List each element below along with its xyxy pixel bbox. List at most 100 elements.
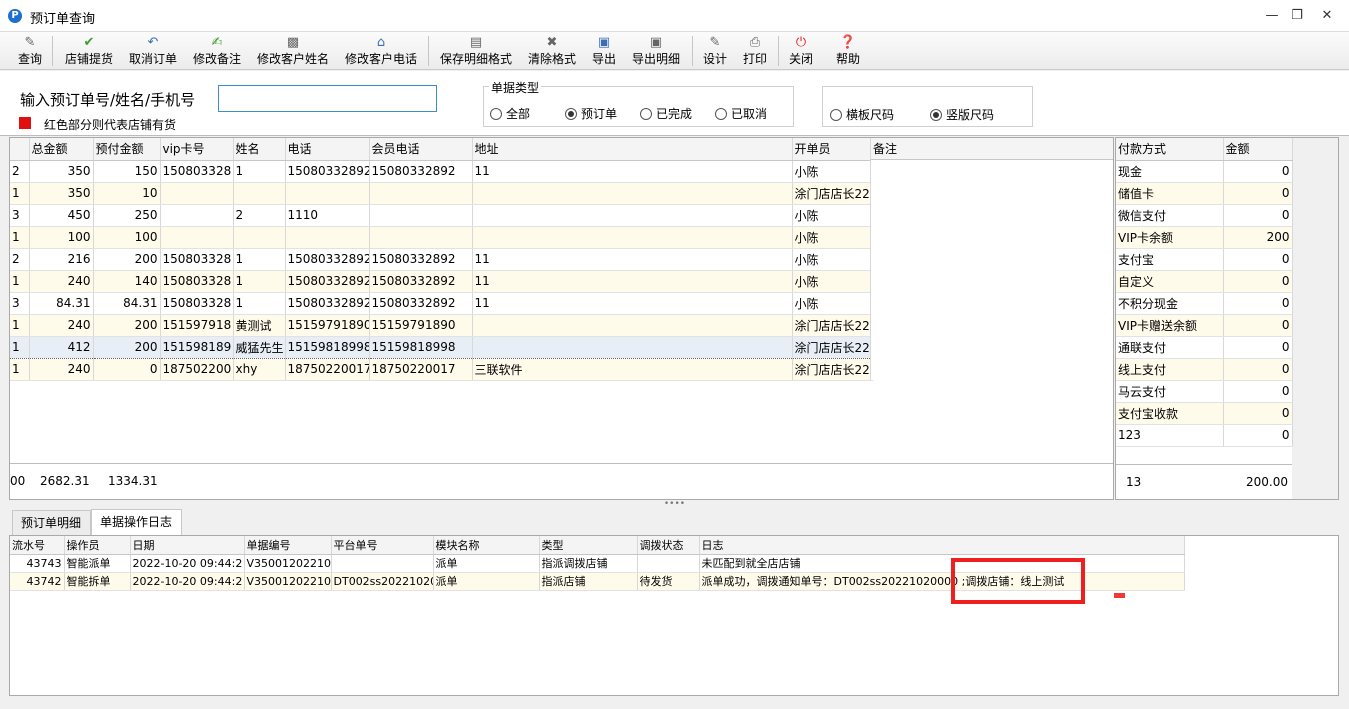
table-cell bbox=[637, 554, 700, 573]
col-header[interactable]: 类型 bbox=[539, 536, 638, 555]
table-row[interactable]: 马云支付 0 bbox=[1116, 380, 1293, 403]
col-header[interactable]: 地址 bbox=[472, 138, 793, 161]
table-cell: 250 bbox=[93, 204, 161, 227]
restore-icon[interactable]: ❐ bbox=[1285, 6, 1309, 26]
table-row[interactable]: 现金 0 bbox=[1116, 160, 1293, 183]
table-cell: 通联支付 bbox=[1116, 336, 1224, 359]
col-header[interactable]: 日志 bbox=[699, 536, 1185, 555]
table-row[interactable]: 1 412 200 151598189 威猛先生 15159818998 151598189… bbox=[10, 335, 873, 359]
table-row[interactable]: 自定义 0 bbox=[1116, 270, 1293, 293]
col-header[interactable]: 流水号 bbox=[10, 536, 65, 555]
tab-order-detail[interactable]: 预订单明细 bbox=[12, 510, 91, 535]
col-header[interactable]: 姓名 bbox=[233, 138, 286, 161]
table-cell bbox=[285, 182, 370, 205]
order-grid[interactable]: 总金额 预付金额 vip卡号 姓名 电话 会员电话 地址 开单员 备注 2350… bbox=[9, 137, 1114, 500]
table-row[interactable]: 3 450 250 2 1110 小陈 bbox=[10, 204, 873, 227]
col-header[interactable]: 付款方式 bbox=[1116, 138, 1224, 161]
table-row[interactable]: 微信支付 0 bbox=[1116, 204, 1293, 227]
store-pickup-button[interactable]: ✔ 店铺提货 bbox=[61, 34, 117, 68]
export-button[interactable]: ▣ 导出 bbox=[588, 34, 620, 68]
table-row[interactable]: 支付宝收款 0 bbox=[1116, 402, 1293, 425]
table-cell: 不积分现金 bbox=[1116, 292, 1224, 315]
radio-all[interactable]: 全部 bbox=[490, 105, 530, 122]
table-row[interactable]: 储值卡 0 bbox=[1116, 182, 1293, 205]
table-cell: 1 bbox=[10, 226, 30, 249]
search-input[interactable] bbox=[218, 85, 437, 112]
col-header[interactable]: 金额 bbox=[1223, 138, 1293, 161]
table-cell: 150803328 bbox=[160, 270, 234, 293]
radio-cancelled[interactable]: 已取消 bbox=[715, 105, 767, 122]
col-header[interactable]: 会员电话 bbox=[369, 138, 473, 161]
table-row[interactable]: VIP卡余额 200 bbox=[1116, 226, 1293, 249]
table-cell: 派单 bbox=[433, 572, 540, 591]
table-row[interactable]: 支付宝 0 bbox=[1116, 248, 1293, 271]
radio-horizontal-size[interactable]: 横板尺码 bbox=[830, 106, 894, 123]
col-header[interactable]: 总金额 bbox=[29, 138, 94, 161]
table-row[interactable]: 1 240 140 150803328 1 15080332892 15080332892 1… bbox=[10, 270, 873, 293]
edit-note-button[interactable]: ✍ 修改备注 bbox=[189, 34, 245, 68]
log-grid[interactable]: 流水号 操作员 日期 单据编号 平台单号 模块名称 类型 调拨状态 日志 437… bbox=[9, 535, 1339, 696]
col-header[interactable]: 日期 bbox=[130, 536, 245, 555]
close-button[interactable]: ⏻ 关闭 bbox=[785, 34, 817, 68]
table-row[interactable]: 线上支付 0 bbox=[1116, 358, 1293, 381]
table-cell: 15080332892 bbox=[369, 248, 473, 271]
table-cell bbox=[369, 204, 473, 227]
splitter-handle[interactable]: •••• bbox=[0, 500, 1349, 509]
help-button[interactable]: ❓ 帮助 bbox=[832, 34, 864, 68]
table-cell: 15080332892 bbox=[369, 292, 473, 315]
table-row[interactable]: 1 100 100 小陈 bbox=[10, 226, 873, 249]
payment-grid[interactable]: 付款方式 金额 现金 0 储值卡 0 微信支付 0 VIP卡余额 200 支付宝 0 自定义 0 不积分… bbox=[1115, 137, 1339, 500]
radio-completed[interactable]: 已完成 bbox=[640, 105, 692, 122]
table-row[interactable]: 2 216 200 150803328 1 15080332892 15080332892 1… bbox=[10, 248, 873, 271]
table-cell bbox=[285, 226, 370, 249]
table-row[interactable]: 3 84.31 84.31 150803328 1 15080332892 15080332… bbox=[10, 292, 873, 315]
design-button[interactable]: ✎ 设计 bbox=[699, 34, 731, 68]
table-cell: 151597918 bbox=[160, 314, 234, 337]
undo-icon: ↶ bbox=[147, 35, 159, 50]
edit-customer-name-button[interactable]: ▩ 修改客户姓名 bbox=[253, 34, 333, 68]
table-row[interactable]: 123 0 bbox=[1116, 424, 1293, 447]
query-button[interactable]: ✎ 查询 bbox=[14, 34, 46, 68]
table-cell: 240 bbox=[29, 358, 94, 381]
col-header[interactable]: 平台单号 bbox=[331, 536, 434, 555]
table-row[interactable]: 通联支付 0 bbox=[1116, 336, 1293, 359]
export-detail-button[interactable]: ▣ 导出明细 bbox=[628, 34, 684, 68]
radio-vertical-size[interactable]: 竖版尺码 bbox=[930, 106, 994, 123]
edit-customer-phone-button[interactable]: ⌂ 修改客户电话 bbox=[341, 34, 421, 68]
table-row[interactable]: 2 350 150 150803328 1 15080332892 15080332892 1… bbox=[10, 160, 873, 183]
table-cell: 小陈 bbox=[792, 270, 871, 293]
table-cell: 350 bbox=[29, 182, 94, 205]
table-cell: 15080332892 bbox=[285, 248, 370, 271]
payment-table-body: 现金 0 储值卡 0 微信支付 0 VIP卡余额 200 支付宝 0 自定义 0 不积分现金 0 VIP卡赠… bbox=[1116, 160, 1293, 447]
col-header[interactable] bbox=[10, 138, 30, 161]
table-cell: 200 bbox=[1223, 226, 1293, 249]
table-row[interactable]: 1 240 200 151597918 黄测试 15159791890 1515979189… bbox=[10, 314, 873, 337]
close-icon[interactable]: ✕ bbox=[1315, 6, 1339, 26]
table-row[interactable]: 不积分现金 0 bbox=[1116, 292, 1293, 315]
title-bar: P 预订单查询 — ❐ ✕ bbox=[0, 0, 1349, 32]
col-header[interactable]: 模块名称 bbox=[433, 536, 540, 555]
col-header[interactable]: vip卡号 bbox=[160, 138, 234, 161]
print-button[interactable]: ⎙ 打印 bbox=[739, 34, 771, 68]
table-row[interactable]: 1 240 0 187502200 xhy 18750220017 18750220017 三… bbox=[10, 358, 873, 381]
radio-preorder[interactable]: 预订单 bbox=[565, 105, 617, 122]
table-cell: 100 bbox=[29, 226, 94, 249]
col-header[interactable]: 操作员 bbox=[64, 536, 131, 555]
clear-format-button[interactable]: ✖ 清除格式 bbox=[524, 34, 580, 68]
cancel-order-button[interactable]: ↶ 取消订单 bbox=[125, 34, 181, 68]
table-row[interactable]: VIP卡赠送余额 0 bbox=[1116, 314, 1293, 337]
col-header[interactable]: 预付金额 bbox=[93, 138, 161, 161]
tab-operation-log[interactable]: 单据操作日志 bbox=[91, 509, 182, 536]
table-cell: 涂门店店长22 bbox=[792, 314, 871, 337]
col-header[interactable]: 单据编号 bbox=[244, 536, 332, 555]
order-table: 总金额 预付金额 vip卡号 姓名 电话 会员电话 地址 开单员 备注 2350… bbox=[10, 138, 873, 381]
col-header-remark[interactable]: 备注 bbox=[870, 138, 1113, 160]
save-layout-button[interactable]: ▤ 保存明细格式 bbox=[436, 34, 516, 68]
minimize-icon[interactable]: — bbox=[1260, 6, 1284, 26]
table-row[interactable]: 1 350 10 涂门店店长22 bbox=[10, 182, 873, 205]
col-header[interactable]: 调拨状态 bbox=[637, 536, 700, 555]
col-header[interactable]: 电话 bbox=[285, 138, 370, 161]
col-header[interactable]: 开单员 bbox=[792, 138, 871, 161]
table-cell bbox=[233, 226, 286, 249]
table-cell: 自定义 bbox=[1116, 270, 1224, 293]
